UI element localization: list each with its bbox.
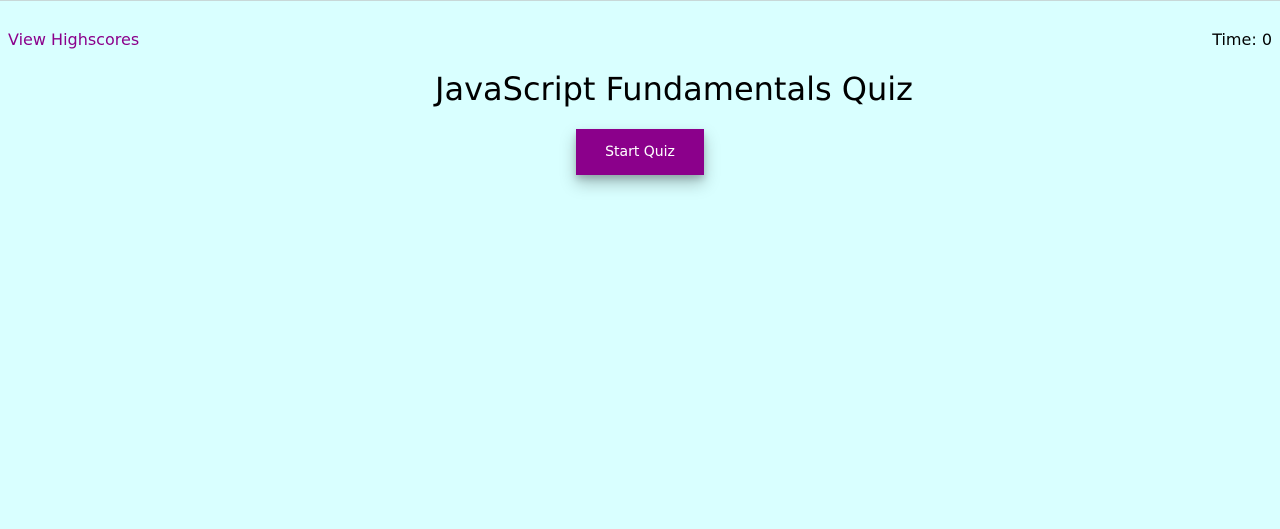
page-title: JavaScript Fundamentals Quiz [435, 70, 913, 108]
timer-display: Time: 0 [1212, 30, 1272, 49]
view-highscores-link[interactable]: View Highscores [8, 30, 139, 50]
start-quiz-button[interactable]: Start Quiz [576, 129, 704, 175]
